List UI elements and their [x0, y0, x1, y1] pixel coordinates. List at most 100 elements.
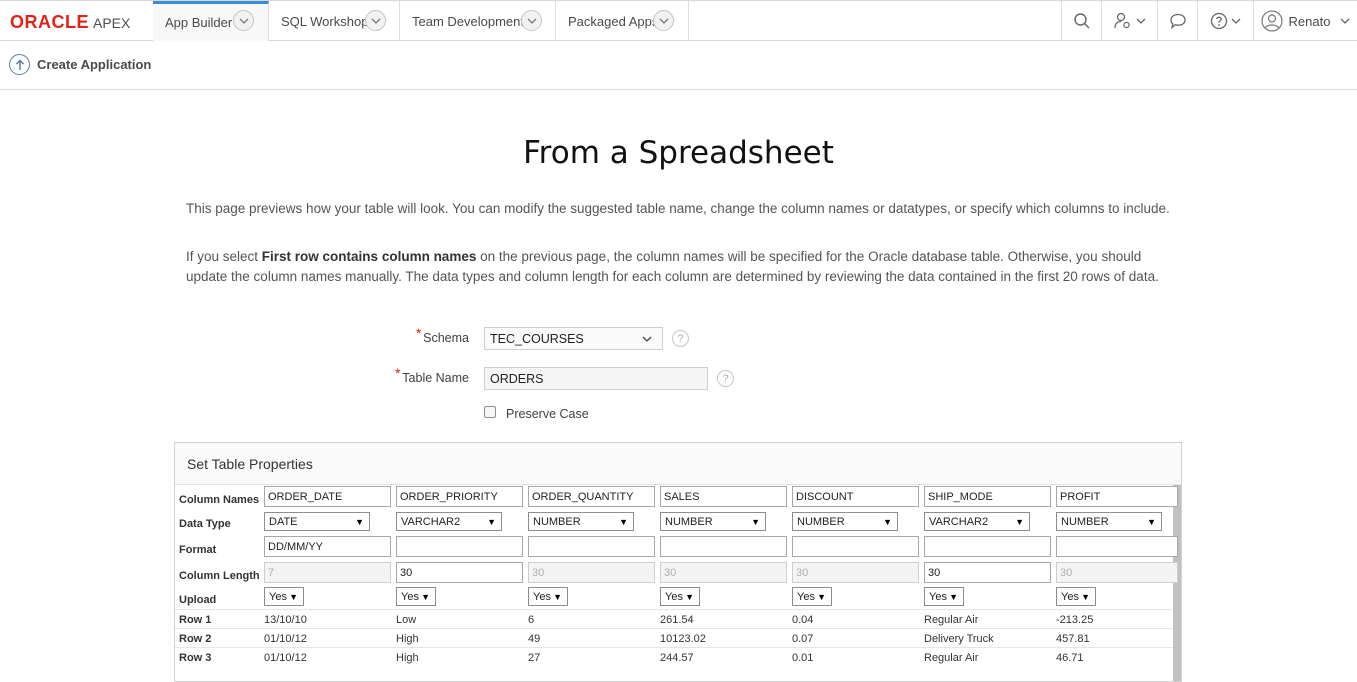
column-length-input[interactable]: 30: [924, 562, 1051, 583]
data-type-select[interactable]: NUMBER ▼: [792, 512, 898, 531]
top-navigation-bar: ORACLE APEX App Builder SQL Workshop Tea…: [0, 0, 1357, 41]
dropdown-arrow-icon: ▼: [949, 592, 958, 602]
data-type-select[interactable]: VARCHAR2 ▼: [924, 512, 1030, 531]
create-application-link[interactable]: Create Application: [9, 54, 151, 75]
user-menu-button[interactable]: Renato: [1253, 1, 1357, 41]
data-cell: 46.71: [1056, 652, 1084, 664]
data-cell: 0.04: [792, 614, 814, 626]
column-name-input[interactable]: ORDER_PRIORITY: [396, 486, 523, 507]
data-type-select[interactable]: VARCHAR2 ▼: [396, 512, 502, 531]
format-input[interactable]: [924, 536, 1051, 557]
column-name-input[interactable]: DISCOUNT: [792, 486, 919, 507]
column-name-input[interactable]: SHIP_MODE: [924, 486, 1051, 507]
user-name: Renato: [1288, 13, 1331, 29]
chevron-down-icon[interactable]: [365, 10, 386, 31]
tab-team-development[interactable]: Team Development: [400, 1, 556, 41]
column-length-input[interactable]: 30: [528, 562, 655, 583]
data-cell: High: [396, 652, 419, 664]
row-divider: [175, 628, 1173, 629]
table-name-input[interactable]: ORDERS: [484, 367, 708, 390]
description-paragraph-2: If you select First row contains column …: [186, 247, 1176, 287]
format-input[interactable]: DD/MM/YY: [264, 536, 391, 557]
preserve-case-checkbox[interactable]: [484, 406, 496, 418]
chevron-down-icon[interactable]: [521, 10, 542, 31]
tab-app-builder[interactable]: App Builder: [153, 1, 269, 41]
dropdown-arrow-icon: ▼: [685, 592, 694, 602]
data-row-label: Row 1: [179, 614, 212, 626]
region-title: Set Table Properties: [187, 455, 313, 472]
data-cell: 27: [528, 652, 541, 664]
upload-value: Yes: [665, 591, 683, 603]
format-input[interactable]: [1056, 536, 1178, 557]
column-names-row-label: Column Names: [179, 494, 260, 506]
format-input[interactable]: [396, 536, 523, 557]
upload-select[interactable]: Yes ▼: [264, 587, 304, 606]
dropdown-arrow-icon: ▼: [1147, 517, 1156, 527]
data-cell: Regular Air: [924, 614, 979, 626]
data-cell: 0.07: [792, 633, 814, 645]
tab-sql-workshop[interactable]: SQL Workshop: [269, 1, 400, 41]
logo-apex-text: APEX: [93, 15, 131, 31]
data-type-value: DATE: [269, 516, 298, 528]
help-menu-button[interactable]: [1197, 1, 1253, 41]
column-name-input[interactable]: ORDER_QUANTITY: [528, 486, 655, 507]
tab-packaged-apps[interactable]: Packaged Apps: [556, 1, 689, 41]
data-type-select[interactable]: DATE ▼: [264, 512, 370, 531]
column-length-input[interactable]: 30: [1056, 562, 1178, 583]
data-type-value: NUMBER: [1061, 516, 1109, 528]
page-title: From a Spreadsheet: [523, 135, 834, 171]
column-name-input[interactable]: PROFIT: [1056, 486, 1178, 507]
feedback-button[interactable]: [1157, 1, 1197, 41]
chevron-down-icon[interactable]: [233, 10, 254, 31]
data-type-select[interactable]: NUMBER ▼: [528, 512, 634, 531]
table-name-value: ORDERS: [490, 372, 544, 386]
user-settings-icon: [1114, 12, 1130, 29]
region-header: Set Table Properties: [175, 443, 1181, 485]
tab-label: Packaged Apps: [568, 13, 659, 29]
data-type-select[interactable]: NUMBER ▼: [660, 512, 766, 531]
schema-select[interactable]: TEC_COURSES: [484, 327, 663, 350]
data-cell: 01/10/12: [264, 633, 307, 645]
preserve-case-label: Preserve Case: [506, 407, 589, 421]
column-length-input[interactable]: 7: [264, 562, 391, 583]
column-length-input[interactable]: 30: [660, 562, 787, 583]
search-button[interactable]: [1061, 1, 1101, 41]
data-type-select[interactable]: NUMBER ▼: [1056, 512, 1162, 531]
upload-select[interactable]: Yes ▼: [924, 587, 964, 606]
data-type-value: NUMBER: [665, 516, 713, 528]
data-type-value: VARCHAR2: [401, 516, 461, 528]
data-cell: 6: [528, 614, 535, 626]
upload-select[interactable]: Yes ▼: [528, 587, 568, 606]
dropdown-arrow-icon: ▼: [487, 517, 496, 527]
format-input[interactable]: [660, 536, 787, 557]
schema-help-icon[interactable]: ?: [672, 330, 689, 347]
chevron-down-icon: [1136, 18, 1146, 24]
data-cell: 244.57: [660, 652, 694, 664]
dropdown-arrow-icon: ▼: [751, 517, 760, 527]
upload-select[interactable]: Yes ▼: [660, 587, 700, 606]
upload-select[interactable]: Yes ▼: [1056, 587, 1096, 606]
dropdown-arrow-icon: ▼: [1015, 517, 1024, 527]
chevron-down-icon[interactable]: [653, 10, 674, 31]
arrow-up-circle-icon: [9, 54, 30, 75]
column-length-input[interactable]: 30: [792, 562, 919, 583]
upload-select[interactable]: Yes ▼: [396, 587, 436, 606]
format-input[interactable]: [528, 536, 655, 557]
column-length-input[interactable]: 30: [396, 562, 523, 583]
data-cell: -213.25: [1056, 614, 1094, 626]
oracle-apex-logo[interactable]: ORACLE APEX: [10, 12, 130, 32]
format-input[interactable]: [792, 536, 919, 557]
schema-value: TEC_COURSES: [490, 332, 584, 346]
dropdown-arrow-icon: ▼: [817, 592, 826, 602]
data-cell: 457.81: [1056, 633, 1090, 645]
column-name-input[interactable]: ORDER_DATE: [264, 486, 391, 507]
vertical-scrollbar[interactable]: [1173, 485, 1181, 681]
administration-menu-button[interactable]: [1101, 1, 1157, 41]
upload-select[interactable]: Yes ▼: [792, 587, 832, 606]
dropdown-arrow-icon: ▼: [289, 592, 298, 602]
data-cell: Delivery Truck: [924, 633, 994, 645]
tab-label: App Builder: [165, 15, 233, 30]
table-name-help-icon[interactable]: ?: [717, 370, 734, 387]
data-row-label: Row 3: [179, 652, 212, 664]
column-name-input[interactable]: SALES: [660, 486, 787, 507]
